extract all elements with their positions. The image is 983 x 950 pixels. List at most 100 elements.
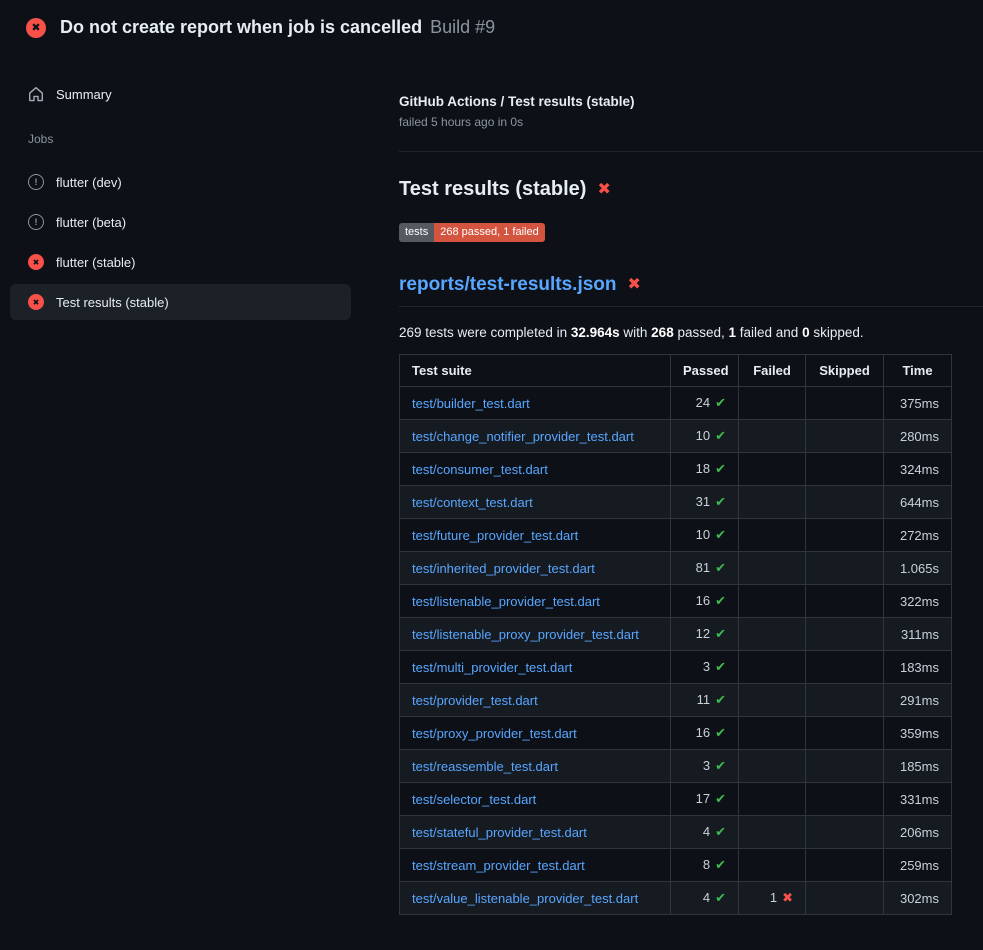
test-suite-link[interactable]: test/builder_test.dart [412,396,530,411]
time-cell: 272ms [884,519,952,552]
x-icon: ✖ [782,890,793,905]
test-suite-link[interactable]: test/inherited_provider_test.dart [412,561,595,576]
failed-cell: ✖ [739,783,806,816]
skipped-cell [806,717,884,750]
time-cell: 1.065s [884,552,952,585]
passed-cell: 18✔ [671,453,739,486]
summary-skipped-count: 0 [802,325,810,340]
tests-badge-label: tests [399,223,434,242]
col-header-time: Time [884,355,952,387]
test-suite-link[interactable]: test/listenable_provider_test.dart [412,594,600,609]
suite-cell: test/inherited_provider_test.dart [400,552,671,585]
skipped-cell [806,585,884,618]
job-label: flutter (stable) [56,255,135,270]
test-suite-link[interactable]: test/value_listenable_provider_test.dart [412,891,638,906]
check-icon: ✔ [715,560,726,575]
failed-cell: ✖ [739,618,806,651]
run-header: ✖ Do not create report when job is cance… [0,0,983,50]
skipped-cell [806,453,884,486]
skipped-cell [806,816,884,849]
check-icon: ✔ [715,659,726,674]
test-suite-link[interactable]: test/change_notifier_provider_test.dart [412,429,634,444]
time-cell: 280ms [884,420,952,453]
breadcrumb: GitHub Actions / Test results (stable) [399,94,983,109]
check-icon: ✔ [715,890,726,905]
time-cell: 302ms [884,882,952,915]
passed-cell: 3✔ [671,651,739,684]
failed-cell: ✖ [739,552,806,585]
check-icon: ✔ [715,461,726,476]
time-cell: 311ms [884,618,952,651]
test-suite-link[interactable]: test/multi_provider_test.dart [412,660,572,675]
skipped-cell [806,486,884,519]
failed-cell: ✖ [739,849,806,882]
failed-x-icon: ✖ [628,277,641,293]
table-row: test/listenable_provider_test.dart 16✔ ✖… [400,585,952,618]
run-title: Do not create report when job is cancell… [60,17,422,38]
tests-badge-value: 268 passed, 1 failed [434,223,544,242]
status-failed-icon: ✖ [28,254,44,270]
skipped-cell [806,849,884,882]
table-row: test/proxy_provider_test.dart 16✔ ✖ 359m… [400,717,952,750]
passed-cell: 31✔ [671,486,739,519]
passed-cell: 4✔ [671,816,739,849]
failed-cell: ✖ [739,486,806,519]
table-row: test/change_notifier_provider_test.dart … [400,420,952,453]
col-header-test-suite: Test suite [400,355,671,387]
failed-cell: ✖ [739,717,806,750]
passed-cell: 24✔ [671,387,739,420]
status-neutral-icon: ! [28,214,44,230]
sidebar-item-flutter-stable[interactable]: ✖ flutter (stable) [10,244,351,280]
suite-cell: test/proxy_provider_test.dart [400,717,671,750]
table-row: test/value_listenable_provider_test.dart… [400,882,952,915]
test-suite-link[interactable]: test/future_provider_test.dart [412,528,578,543]
test-suite-link[interactable]: test/reassemble_test.dart [412,759,558,774]
sidebar: Summary Jobs ! flutter (dev) ! flutter (… [0,50,399,324]
test-suite-link[interactable]: test/consumer_test.dart [412,462,548,477]
divider [399,151,983,152]
suite-cell: test/stream_provider_test.dart [400,849,671,882]
suite-cell: test/selector_test.dart [400,783,671,816]
sidebar-item-test-results-stable[interactable]: ✖ Test results (stable) [10,284,351,320]
skipped-cell [806,387,884,420]
test-suite-link[interactable]: test/context_test.dart [412,495,533,510]
suite-cell: test/provider_test.dart [400,684,671,717]
failed-cell: ✖ [739,453,806,486]
table-row: test/future_provider_test.dart 10✔ ✖ 272… [400,519,952,552]
passed-cell: 4✔ [671,882,739,915]
test-suite-link[interactable]: test/stream_provider_test.dart [412,858,585,873]
check-icon: ✔ [715,791,726,806]
test-suite-link[interactable]: test/provider_test.dart [412,693,538,708]
test-results-table: Test suite Passed Failed Skipped Time te… [399,354,952,915]
check-icon: ✔ [715,395,726,410]
test-suite-link[interactable]: test/listenable_proxy_provider_test.dart [412,627,639,642]
sidebar-item-summary[interactable]: Summary [10,78,351,110]
test-suite-link[interactable]: test/stateful_provider_test.dart [412,825,587,840]
report-file-link[interactable]: reports/test-results.json [399,274,617,296]
passed-cell: 8✔ [671,849,739,882]
skipped-cell [806,519,884,552]
summary-passed-count: 268 [651,325,674,340]
run-failed-icon: ✖ [26,18,46,38]
run-build-number: Build #9 [430,17,495,38]
time-cell: 183ms [884,651,952,684]
time-cell: 206ms [884,816,952,849]
skipped-cell [806,552,884,585]
job-label: flutter (dev) [56,175,122,190]
test-suite-link[interactable]: test/selector_test.dart [412,792,536,807]
suite-cell: test/reassemble_test.dart [400,750,671,783]
tests-badge: tests 268 passed, 1 failed [399,223,545,242]
suite-cell: test/consumer_test.dart [400,453,671,486]
time-cell: 331ms [884,783,952,816]
suite-cell: test/builder_test.dart [400,387,671,420]
sidebar-item-flutter-dev[interactable]: ! flutter (dev) [10,164,351,200]
time-cell: 291ms [884,684,952,717]
check-icon: ✔ [715,692,726,707]
test-suite-link[interactable]: test/proxy_provider_test.dart [412,726,577,741]
sidebar-item-flutter-beta[interactable]: ! flutter (beta) [10,204,351,240]
jobs-heading: Jobs [28,132,351,146]
table-row: test/selector_test.dart 17✔ ✖ 331ms [400,783,952,816]
time-cell: 185ms [884,750,952,783]
skipped-cell [806,783,884,816]
suite-cell: test/listenable_proxy_provider_test.dart [400,618,671,651]
